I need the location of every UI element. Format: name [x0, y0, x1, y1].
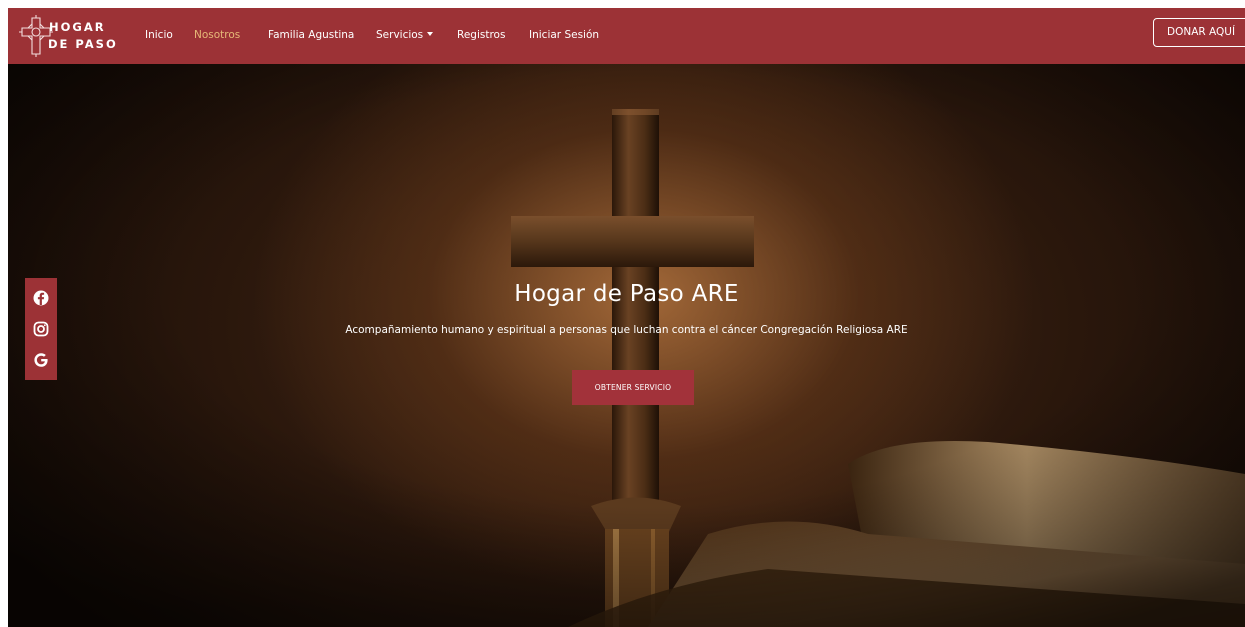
navbar: HOGAR DE PASO Inicio Nosotros Familia Ag…: [8, 8, 1245, 64]
obtener-servicio-button[interactable]: OBTENER SERVICIO: [572, 370, 694, 405]
brand-line-1: HOGAR: [49, 20, 106, 34]
hero-title: Hogar de Paso ARE: [514, 281, 739, 307]
hero-section: Hogar de Paso ARE Acompañamiento humano …: [8, 64, 1245, 627]
nav-nosotros[interactable]: Nosotros: [194, 29, 240, 41]
nav-servicios-label: Servicios: [376, 29, 424, 41]
nav-registros[interactable]: Registros: [457, 29, 505, 41]
brand-logo[interactable]: HOGAR DE PASO: [18, 14, 128, 58]
nav-familia-agustina[interactable]: Familia Agustina: [268, 29, 354, 41]
donate-button[interactable]: DONAR AQUÍ: [1153, 18, 1245, 47]
hero-subtitle: Acompañamiento humano y espiritual a per…: [345, 324, 908, 336]
nav-servicios[interactable]: Servicios: [376, 29, 434, 41]
google-icon[interactable]: [33, 352, 49, 368]
hero-background-image: [8, 64, 1245, 627]
nav-iniciar-sesion[interactable]: Iniciar Sesión: [529, 29, 599, 41]
nav-inicio[interactable]: Inicio: [145, 29, 173, 41]
page-frame: HOGAR DE PASO Inicio Nosotros Familia Ag…: [8, 8, 1245, 627]
chevron-down-icon: [427, 32, 434, 36]
brand-line-2: DE PASO: [48, 37, 118, 51]
